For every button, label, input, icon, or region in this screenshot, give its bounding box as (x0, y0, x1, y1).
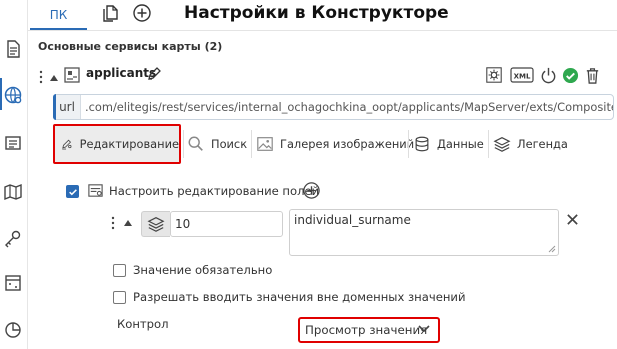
tab-editing[interactable]: Редактирование (53, 124, 181, 164)
image-icon (257, 137, 273, 151)
delete-trash-icon[interactable] (582, 64, 602, 86)
url-label: url (54, 95, 81, 119)
tab-separator (408, 130, 409, 158)
tab-data[interactable]: Данные (413, 124, 484, 164)
rename-pencil-icon[interactable] (146, 66, 162, 82)
power-icon[interactable] (537, 64, 559, 86)
feature-tabs: Редактирование Поиск Галерея изображений… (51, 124, 581, 164)
left-sidebar (0, 0, 27, 349)
add-tab-icon[interactable] (131, 2, 153, 24)
layers-icon (147, 217, 165, 232)
document-icon[interactable] (2, 38, 24, 60)
xml-icon[interactable]: XML (510, 64, 534, 86)
globe-network-icon[interactable] (2, 84, 24, 106)
layer-number-input[interactable]: 10 (170, 211, 283, 237)
section-title: Основные сервисы карты (2) (38, 40, 223, 53)
sidebar-divider (27, 0, 28, 349)
pie-chart-icon[interactable] (2, 318, 24, 340)
svg-text:XML: XML (514, 73, 531, 81)
tab-separator (183, 130, 184, 158)
remove-field-close-icon[interactable] (566, 213, 580, 227)
search-icon (188, 136, 203, 151)
allow-outside-domain-label: Разрешать вводить значения вне доменных … (133, 290, 466, 304)
page-title: Настройки в Конструкторе (184, 3, 449, 23)
copy-icon[interactable] (99, 2, 121, 24)
allow-outside-domain-checkbox[interactable] (113, 291, 126, 304)
configure-editing-checkbox[interactable] (66, 185, 79, 198)
chevron-down-icon (418, 325, 430, 333)
url-focus-accent (53, 94, 56, 120)
layers-icon (493, 137, 511, 152)
calendar-window-icon[interactable] (2, 272, 24, 294)
service-toolbar: XML (483, 63, 602, 87)
status-ok-icon (560, 64, 580, 86)
url-value[interactable]: .com/elitegis/rest/services/internal_och… (85, 95, 613, 119)
map-service-icon (63, 66, 81, 84)
tab-image-gallery-label: Галерея изображений (280, 137, 415, 151)
required-checkbox[interactable] (113, 264, 126, 277)
layer-selector[interactable] (141, 211, 170, 237)
tab-image-gallery[interactable]: Галерея изображений (256, 124, 414, 164)
id-card-icon[interactable] (2, 132, 24, 154)
tab-search[interactable]: Поиск (187, 124, 247, 164)
tab-separator (251, 130, 252, 158)
edit-map-icon (62, 139, 72, 150)
field-settings-icon (87, 182, 105, 200)
database-icon (415, 136, 429, 152)
field-expand-icon[interactable] (124, 220, 132, 226)
field-name-value: individual_surname (294, 213, 411, 227)
control-select[interactable]: Просмотр значения (298, 317, 440, 343)
map-book-icon[interactable] (2, 181, 24, 203)
tab-pk[interactable]: ПК (30, 0, 87, 30)
key-icon[interactable] (2, 228, 24, 250)
control-select-value: Просмотр значения (305, 323, 428, 337)
control-label: Контрол (117, 317, 169, 331)
add-field-icon[interactable] (302, 181, 322, 201)
tab-data-label: Данные (437, 137, 484, 151)
tab-separator (488, 130, 489, 158)
tab-editing-label: Редактирование (79, 137, 179, 151)
tab-search-label: Поиск (211, 137, 248, 151)
configure-editing-label: Настроить редактирование полей (109, 184, 320, 198)
service-url-field[interactable]: url .com/elitegis/rest/services/internal… (53, 94, 614, 120)
field-name-textarea[interactable]: individual_surname (289, 209, 559, 256)
expand-toggle-icon[interactable] (50, 75, 58, 81)
drag-handle-icon[interactable] (38, 70, 48, 84)
top-divider (28, 30, 617, 31)
tab-legend-label: Легенда (517, 137, 568, 151)
field-drag-handle-icon[interactable] (110, 216, 116, 230)
tab-legend[interactable]: Легенда (493, 124, 568, 164)
settings-gear-icon[interactable] (483, 64, 505, 86)
required-label: Значение обязательно (133, 263, 273, 277)
resize-grip-icon[interactable] (548, 245, 556, 253)
